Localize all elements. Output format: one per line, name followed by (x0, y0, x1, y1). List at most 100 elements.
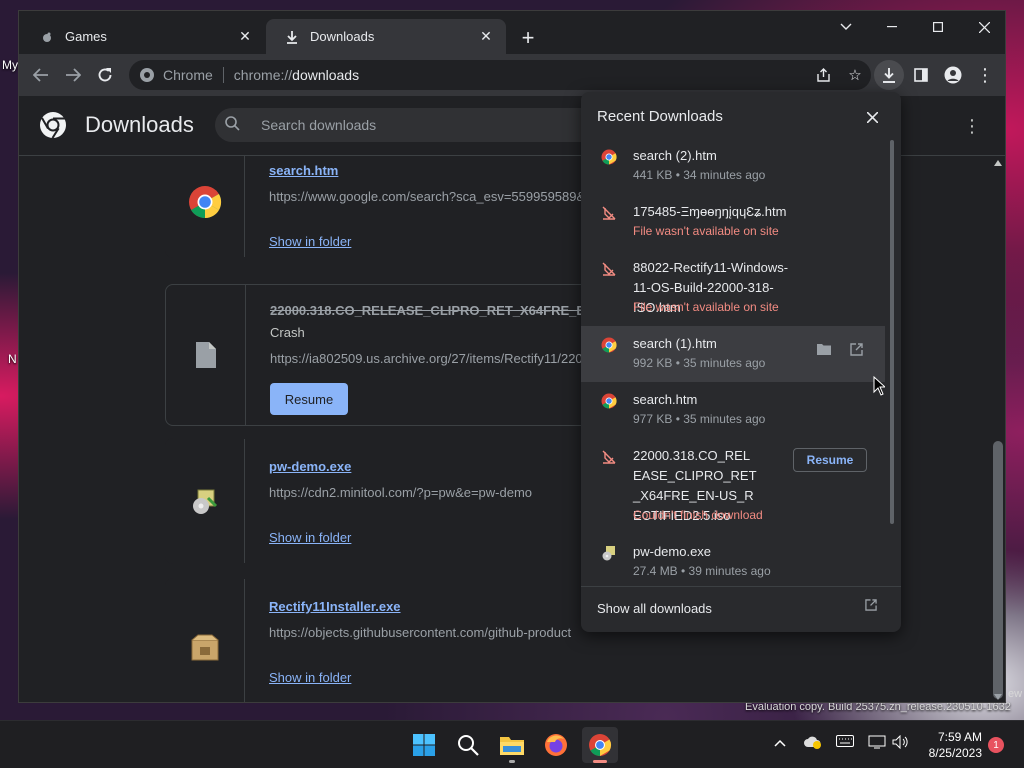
chrome-logo-icon (589, 734, 611, 756)
download-meta: 441 KB • 34 minutes ago (633, 168, 766, 182)
download-error: Couldn't finish download (633, 508, 763, 522)
chrome-chip[interactable]: Chrome (129, 67, 234, 83)
close-tab-icon[interactable]: ✕ (476, 27, 496, 47)
games-favicon (39, 29, 55, 45)
download-meta: 27.4 MB • 39 minutes ago (633, 564, 771, 578)
file-name-link[interactable]: pw-demo.exe (269, 459, 351, 474)
tray-overflow-chevron-icon[interactable] (774, 735, 786, 750)
download-row[interactable]: 175485-ΞɱɵɵŋŋįqɥƐʑ.htm File wasn't avail… (581, 194, 885, 250)
tab-title: Games (65, 29, 107, 44)
running-indicator (509, 760, 515, 763)
maximize-icon[interactable] (915, 11, 961, 43)
firefox-button[interactable] (538, 727, 574, 763)
download-row[interactable]: search.htm 977 KB • 35 minutes ago (581, 382, 885, 438)
back-arrow-icon[interactable] (27, 61, 55, 89)
download-row[interactable]: 88022-Rectify11-Windows-11-OS-Build-2200… (581, 250, 885, 326)
downloads-toolbar-button[interactable] (874, 60, 904, 90)
file-url[interactable]: https://www.google.com/search?sca_esv=55… (269, 189, 599, 204)
tab-downloads[interactable]: Downloads ✕ (266, 19, 506, 54)
active-indicator (593, 760, 607, 763)
search-icon (458, 735, 479, 756)
download-name: 175485-ΞɱɵɵŋŋįqɥƐʑ.htm (633, 204, 787, 219)
download-row[interactable]: search (1).htm 992 KB • 35 minutes ago (581, 326, 885, 382)
search-downloads-input[interactable]: Search downloads (215, 108, 635, 142)
download-status: Crash (270, 325, 305, 340)
download-row[interactable]: pw-demo.exe 27.4 MB • 39 minutes ago (581, 534, 885, 588)
chrome-taskbar-button[interactable] (582, 727, 618, 763)
file-name-link[interactable]: Rectify11Installer.exe (269, 599, 401, 614)
side-panel-icon[interactable] (907, 61, 935, 89)
download-row[interactable]: 22000.318.CO_RELEASE_CLIPRO_RET_X64FRE_E… (581, 438, 885, 534)
onedrive-warning-icon[interactable] (804, 735, 822, 752)
new-tab-button[interactable]: + (515, 25, 541, 51)
chevron-down-icon[interactable] (823, 11, 869, 43)
download-blocked-icon (600, 448, 618, 466)
download-row[interactable]: search (2).htm 441 KB • 34 minutes ago (581, 138, 885, 194)
chrome-file-icon (600, 392, 618, 410)
folder-icon (500, 737, 524, 755)
keyboard-icon[interactable] (836, 735, 854, 750)
show-in-folder-link[interactable]: Show in folder (269, 234, 351, 249)
network-icon[interactable] (868, 735, 886, 752)
file-icon-column (165, 439, 245, 563)
tab-games[interactable]: Games ✕ (21, 19, 265, 54)
file-icon-column (165, 579, 245, 702)
scrollbar-thumb[interactable] (993, 441, 1003, 699)
file-name: 22000.318.CO_RELEASE_CLIPRO_RET_X64FRE_E… (270, 303, 625, 318)
file-url[interactable]: https://cdn2.minitool.com/?p=pw&e=pw-dem… (269, 485, 599, 500)
download-name: search (2).htm (633, 148, 717, 163)
download-name: search (1).htm (633, 336, 717, 351)
profile-avatar-icon[interactable] (939, 61, 967, 89)
taskbar: 7:59 AM 8/25/2023 1 (0, 720, 1024, 768)
chip-label: Chrome (163, 67, 213, 83)
resume-button[interactable]: Resume (793, 448, 867, 472)
mouse-cursor-icon (873, 376, 885, 396)
file-explorer-button[interactable] (494, 727, 530, 763)
file-url[interactable]: https://ia802509.us.archive.org/27/items… (270, 351, 600, 366)
open-external-icon[interactable] (865, 599, 877, 614)
notification-badge[interactable]: 1 (988, 737, 1004, 753)
search-placeholder: Search downloads (261, 117, 377, 133)
search-button[interactable] (450, 727, 486, 763)
system-clock[interactable]: 7:59 AM 8/25/2023 (916, 729, 982, 761)
bookmark-star-icon[interactable]: ☆ (839, 66, 871, 84)
file-icon-column (165, 156, 245, 257)
page-scrollbar[interactable] (990, 156, 1005, 702)
volume-icon[interactable] (892, 734, 908, 752)
resume-button[interactable]: Resume (270, 383, 348, 415)
file-icon-column (166, 285, 246, 425)
bubble-title: Recent Downloads (597, 108, 723, 125)
open-external-icon[interactable] (845, 338, 867, 360)
share-icon[interactable] (807, 68, 839, 82)
forward-arrow-icon[interactable] (59, 61, 87, 89)
download-error: File wasn't available on site (633, 224, 779, 238)
download-icon (284, 29, 300, 45)
address-bar[interactable]: Chrome chrome://downloads ☆ (129, 60, 871, 90)
show-all-downloads-link[interactable]: Show all downloads (597, 601, 712, 616)
folder-icon[interactable] (813, 338, 835, 360)
reload-icon[interactable] (91, 61, 119, 89)
file-name-link[interactable]: search.htm (269, 163, 338, 178)
page-menu-kebab-icon[interactable]: ⋮ (963, 116, 981, 137)
bubble-footer[interactable]: Show all downloads (581, 586, 901, 632)
show-in-folder-link[interactable]: Show in folder (269, 530, 351, 545)
close-icon[interactable] (861, 106, 883, 128)
show-in-folder-link[interactable]: Show in folder (269, 670, 351, 685)
tab-title: Downloads (310, 29, 375, 44)
download-meta: 992 KB • 35 minutes ago (633, 356, 766, 370)
desktop-label[interactable]: My (2, 58, 18, 72)
bubble-scrollbar[interactable] (890, 140, 894, 524)
start-button[interactable] (406, 727, 442, 763)
file-url[interactable]: https://objects.githubusercontent.com/gi… (269, 625, 599, 640)
chrome-file-icon (600, 336, 618, 354)
close-window-icon[interactable] (961, 11, 1005, 43)
tab-strip: Games ✕ Downloads ✕ + (19, 11, 1005, 54)
menu-kebab-icon[interactable]: ⋮ (971, 61, 999, 89)
desktop-label[interactable]: N (8, 352, 17, 366)
chrome-logo-icon (40, 112, 66, 139)
download-name: search.htm (633, 392, 698, 407)
close-tab-icon[interactable]: ✕ (235, 27, 255, 47)
clock-time: 7:59 AM (937, 730, 982, 744)
minimize-icon[interactable] (869, 11, 915, 43)
url-scheme: chrome:// (233, 67, 293, 83)
